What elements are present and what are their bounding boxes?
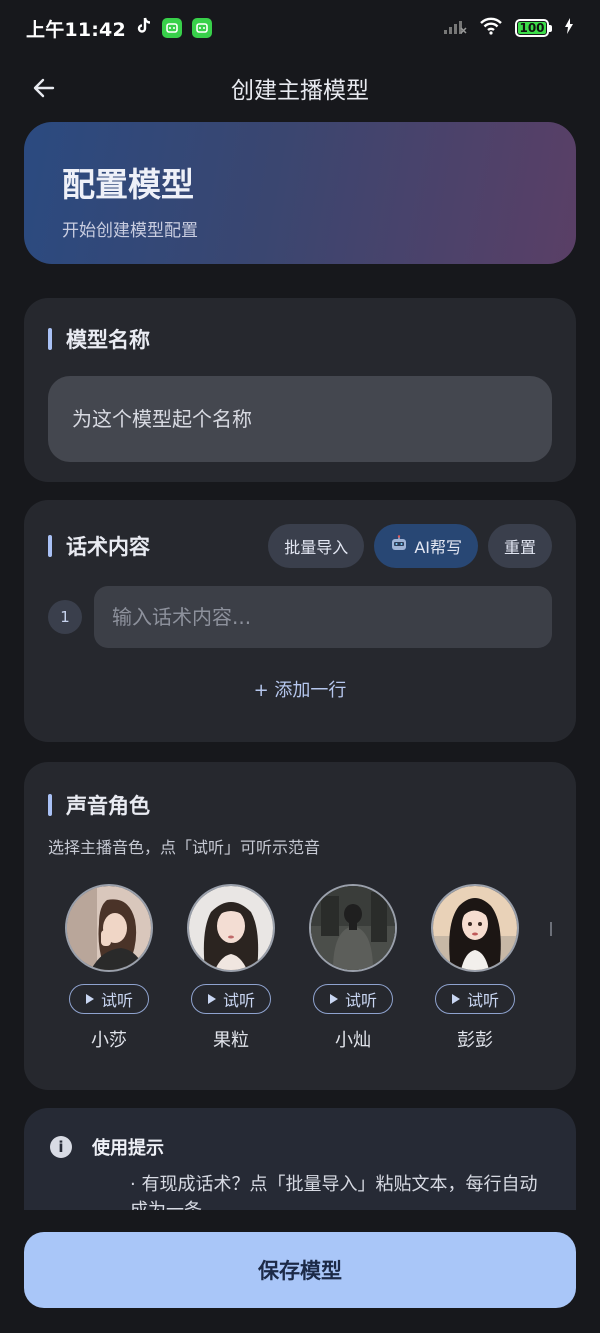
hero-banner: 配置模型 开始创建模型配置 <box>24 122 576 264</box>
avatar[interactable] <box>65 884 153 972</box>
status-left: 上午11:42 <box>26 15 212 42</box>
section-title-script: 话术内容 <box>48 531 150 561</box>
section-accent-bar <box>48 328 52 350</box>
tiktok-icon <box>136 17 152 39</box>
section-accent-bar <box>48 535 52 557</box>
voice-item-guoli[interactable]: 试听 果粒 <box>170 884 292 1052</box>
listen-button[interactable]: 试听 <box>191 984 271 1014</box>
model-name-card: 模型名称 <box>24 298 576 482</box>
reset-button[interactable]: 重置 <box>487 524 552 568</box>
voice-name: 小莎 <box>91 1030 127 1051</box>
listen-button[interactable]: 试听 <box>313 984 393 1014</box>
ai-help-label: AI帮写 <box>414 538 462 557</box>
listen-label: 试听 <box>466 991 499 1010</box>
play-icon <box>207 994 216 1004</box>
section-title-text: 话术内容 <box>66 535 150 559</box>
back-button[interactable] <box>28 72 60 104</box>
tips-title: 使用提示 <box>92 1138 164 1159</box>
avatar[interactable] <box>187 884 275 972</box>
voice-item-xiaosha[interactable]: 试听 小莎 <box>48 884 170 1052</box>
battery-icon: 100 <box>515 19 549 37</box>
arrow-left-icon <box>33 78 55 98</box>
save-model-button[interactable]: 保存模型 <box>24 1232 576 1308</box>
section-title-model-name: 模型名称 <box>48 324 552 354</box>
play-icon <box>85 994 94 1004</box>
batch-import-label: 批量导入 <box>284 538 349 557</box>
status-bar: 上午11:42 100 <box>0 0 600 56</box>
play-icon <box>329 994 338 1004</box>
avatar[interactable] <box>431 884 519 972</box>
script-line-input[interactable] <box>94 586 552 648</box>
listen-button[interactable]: 试听 <box>435 984 515 1014</box>
charging-icon <box>564 18 574 38</box>
notification-app-icon <box>161 18 182 38</box>
page-title: 创建主播模型 <box>231 78 369 104</box>
voice-list[interactable]: 试听 小莎 试听 果粒 试听 小灿 试听 彭彭 <box>48 884 552 1052</box>
script-section-header: 话术内容 批量导入 AI帮写 重置 <box>48 524 552 568</box>
voice-item-xiaocan[interactable]: 试听 小灿 <box>292 884 414 1052</box>
section-accent-bar <box>48 794 52 816</box>
section-title-text: 声音角色 <box>66 794 150 818</box>
reset-label: 重置 <box>503 538 536 557</box>
info-icon: i <box>50 1136 72 1158</box>
voice-name: 彭彭 <box>457 1030 493 1051</box>
listen-label: 试听 <box>100 991 133 1010</box>
horizontal-scroll-indicator <box>550 922 552 936</box>
listen-button[interactable]: 试听 <box>69 984 149 1014</box>
voice-name: 小灿 <box>335 1030 371 1051</box>
hero-title: 配置模型 <box>62 165 194 204</box>
hero-subtitle: 开始创建模型配置 <box>62 221 198 241</box>
batch-import-button[interactable]: 批量导入 <box>268 524 365 568</box>
robot-icon <box>390 535 408 557</box>
section-title-text: 模型名称 <box>66 328 150 352</box>
section-title-voice: 声音角色 <box>48 790 552 820</box>
line-number-badge: 1 <box>48 600 82 634</box>
notification-app-icon <box>191 18 212 38</box>
voice-name: 果粒 <box>213 1030 249 1051</box>
script-line-row: 1 <box>48 586 552 648</box>
listen-label: 试听 <box>222 991 255 1010</box>
status-time: 上午11:42 <box>26 18 126 41</box>
battery-indicator: 100 <box>515 19 552 37</box>
listen-label: 试听 <box>344 991 377 1010</box>
battery-level: 100 <box>519 21 545 35</box>
model-name-input[interactable] <box>48 376 552 462</box>
wifi-icon <box>479 17 503 39</box>
ai-help-button[interactable]: AI帮写 <box>374 524 478 568</box>
status-right: 100 <box>443 17 574 39</box>
avatar[interactable] <box>309 884 397 972</box>
play-icon <box>451 994 460 1004</box>
cellular-signal-icon <box>443 17 467 39</box>
top-app-bar: 创建主播模型 <box>0 60 600 116</box>
voice-item-pengpeng[interactable]: 试听 彭彭 <box>414 884 536 1052</box>
script-content-card: 话术内容 批量导入 AI帮写 重置 1 输入话术内容... + 添加一行 <box>24 500 576 742</box>
tips-header: i 使用提示 <box>50 1134 550 1160</box>
script-actions: 批量导入 AI帮写 重置 <box>268 524 552 568</box>
voice-subtitle: 选择主播音色，点「试听」可听示范音 <box>48 838 321 857</box>
voice-role-card: 声音角色 选择主播音色，点「试听」可听示范音 试听 小莎 试听 果粒 试听 小灿… <box>24 762 576 1090</box>
add-line-button[interactable]: + 添加一行 <box>48 676 552 702</box>
